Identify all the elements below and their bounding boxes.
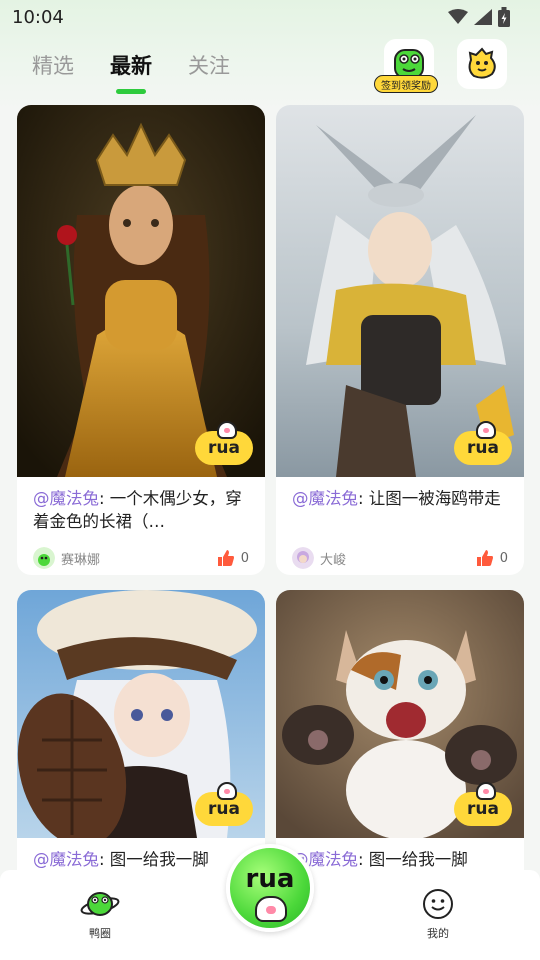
card-description: @魔法兔: 让图一被海鸥带走 xyxy=(292,489,501,508)
mention-link[interactable]: @魔法兔 xyxy=(33,489,99,508)
create-rua-button[interactable]: rua xyxy=(226,844,314,932)
author-name: 大峻 xyxy=(320,552,347,568)
frog-planet-icon xyxy=(80,892,120,916)
card-meta: 大峻 0 xyxy=(276,535,524,575)
like-button[interactable]: 0 xyxy=(476,549,508,567)
tab-featured[interactable]: 精选 xyxy=(32,50,74,84)
nav-duck-circle[interactable]: 鸭圈 xyxy=(70,888,130,941)
rua-badge[interactable]: rua xyxy=(454,782,512,826)
tab-latest[interactable]: 最新 xyxy=(110,50,152,84)
like-count: 0 xyxy=(499,550,508,566)
rua-badge[interactable]: rua xyxy=(454,421,512,465)
feed-card[interactable]: rua @魔法兔: 一个木偶少女，穿着金色的长裙（… 赛琳娜 0 xyxy=(17,105,265,575)
paw-icon xyxy=(476,421,496,439)
battery-icon xyxy=(498,7,510,27)
signal-icon xyxy=(474,9,492,25)
chick-mascot-icon xyxy=(468,47,496,79)
card-image[interactable]: rua xyxy=(276,590,524,838)
feed-tabs: 精选 最新 关注 xyxy=(32,50,230,84)
checkin-badge: 签到领奖励 xyxy=(374,75,438,93)
feed-card[interactable]: rua @魔法兔: 图一给我一脚 xyxy=(17,590,265,896)
mention-link[interactable]: @魔法兔 xyxy=(33,850,99,869)
rua-badge[interactable]: rua xyxy=(195,782,253,826)
rua-badge[interactable]: rua xyxy=(195,421,253,465)
wifi-icon xyxy=(448,9,468,24)
author[interactable]: 大峻 xyxy=(292,547,346,569)
like-count: 0 xyxy=(240,550,249,566)
card-image[interactable]: rua xyxy=(276,105,524,477)
paw-icon xyxy=(255,896,287,922)
mention-link[interactable]: @魔法兔 xyxy=(292,489,358,508)
feed-card[interactable]: rua @魔法兔: 让图一被海鸥带走 大峻 0 xyxy=(276,105,524,575)
nav-label: 我的 xyxy=(427,927,449,940)
nav-profile[interactable]: 我的 xyxy=(408,888,468,941)
author[interactable]: 赛琳娜 xyxy=(33,547,100,569)
paw-icon xyxy=(217,782,237,800)
center-label: rua xyxy=(245,864,295,894)
like-button[interactable]: 0 xyxy=(217,549,249,567)
card-meta: 赛琳娜 0 xyxy=(17,535,265,575)
card-image[interactable]: rua xyxy=(17,590,265,838)
thumbs-up-icon xyxy=(217,550,234,566)
avatar xyxy=(33,547,55,569)
card-image[interactable]: rua xyxy=(17,105,265,477)
status-bar: 10:04 xyxy=(0,0,540,34)
author-name: 赛琳娜 xyxy=(61,552,101,568)
thumbs-up-icon xyxy=(476,550,493,566)
smiley-icon xyxy=(423,889,453,919)
feed-card[interactable]: rua @魔法兔: 图一给我一脚 xyxy=(276,590,524,896)
nav-label: 鸭圈 xyxy=(89,927,111,940)
mascot-button[interactable] xyxy=(457,39,507,89)
tab-following[interactable]: 关注 xyxy=(188,50,230,84)
paw-icon xyxy=(476,782,496,800)
status-icons xyxy=(448,7,510,27)
paw-icon xyxy=(217,421,237,439)
checkin-button[interactable]: 签到领奖励 xyxy=(374,39,438,93)
avatar xyxy=(292,547,314,569)
card-description: @魔法兔: 一个木偶少女，穿着金色的长裙（… xyxy=(33,489,242,531)
status-time: 10:04 xyxy=(12,6,64,28)
